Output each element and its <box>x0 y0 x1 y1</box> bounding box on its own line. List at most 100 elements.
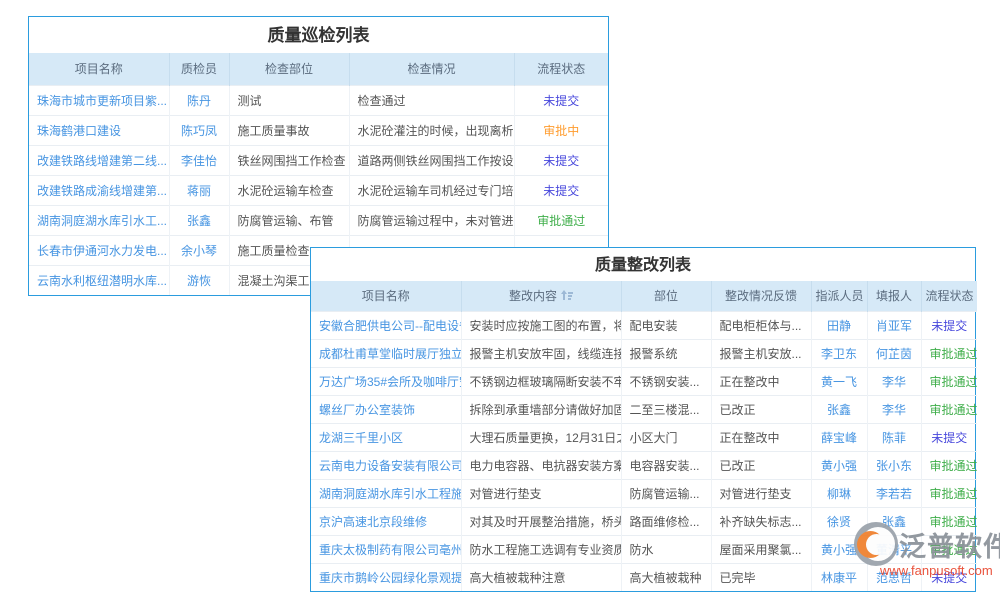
column-header-label: 流程状态 <box>537 62 585 76</box>
inspection-cell-part: 施工质量事故 <box>229 115 349 145</box>
inspection-cell-status: 未提交 <box>514 175 608 205</box>
rectification-cell-assignee[interactable]: 柳琳 <box>811 479 867 507</box>
rectification-cell-content: 安装时应按施工图的布置，将... <box>461 311 621 339</box>
column-header-project: 项目名称 <box>311 281 461 311</box>
rectification-cell-feedback: 已完毕 <box>711 563 811 591</box>
table-row[interactable]: 螺丝厂办公室装饰拆除到承重墙部分请做好加固...二至三楼混...已改正张鑫李华审… <box>311 395 977 423</box>
rectification-cell-project[interactable]: 云南电力设备安装有限公司20... <box>311 451 461 479</box>
column-header-situation: 检查情况 <box>349 53 514 85</box>
inspection-table-title: 质量巡检列表 <box>29 17 608 53</box>
inspection-cell-status: 未提交 <box>514 85 608 115</box>
table-row[interactable]: 改建铁路成渝线增建第...蒋丽水泥砼运输车检查水泥砼运输车司机经过专门培训...… <box>29 175 608 205</box>
rectification-cell-content: 对其及时开展整治措施，桥头... <box>461 507 621 535</box>
table-row[interactable]: 改建铁路线增建第二线...李佳怡铁丝网围挡工作检查道路两侧铁丝网围挡工作按设计.… <box>29 145 608 175</box>
column-header-label: 检查情况 <box>407 62 455 76</box>
rectification-cell-feedback: 屋面采用聚氯... <box>711 535 811 563</box>
rectification-cell-status: 审批通过 <box>921 479 977 507</box>
table-row[interactable]: 云南电力设备安装有限公司20...电力电容器、电抗器安装方案,...电容器安装.… <box>311 451 977 479</box>
rectification-cell-status: 审批通过 <box>921 451 977 479</box>
column-header-label: 指派人员 <box>816 289 864 303</box>
inspection-cell-part: 测试 <box>229 85 349 115</box>
watermark-url: www.fanpusoft.com <box>880 563 1000 578</box>
rectification-cell-part: 电容器安装... <box>621 451 711 479</box>
rectification-cell-feedback: 对管进行垫支 <box>711 479 811 507</box>
rectification-cell-reporter[interactable]: 何芷茵 <box>867 339 921 367</box>
table-row[interactable]: 湖南洞庭湖水库引水工...张鑫防腐管运输、布管防腐管运输过程中，未对管进行...… <box>29 205 608 235</box>
table-row[interactable]: 安徽合肥供电公司--配电设备...安装时应按施工图的布置，将...配电安装配电柜… <box>311 311 977 339</box>
inspection-cell-project[interactable]: 云南水利枢纽潜明水库... <box>29 265 169 295</box>
rectification-cell-assignee[interactable]: 张鑫 <box>811 395 867 423</box>
watermark-brand: 泛普软件 <box>899 525 1000 564</box>
rectification-cell-project[interactable]: 湖南洞庭湖水库引水工程施工I标 <box>311 479 461 507</box>
column-header-label: 流程状态 <box>926 289 974 303</box>
inspection-cell-inspector[interactable]: 陈丹 <box>169 85 229 115</box>
inspection-cell-situation: 检查通过 <box>349 85 514 115</box>
inspection-cell-situation: 水泥砼灌注的时候，出现离析现象 <box>349 115 514 145</box>
rectification-cell-content: 报警主机安放牢固，线缆连接... <box>461 339 621 367</box>
header-row: 项目名称质检员检查部位检查情况流程状态 <box>29 53 608 85</box>
rectification-cell-project[interactable]: 成都杜甫草堂临时展厅独立展... <box>311 339 461 367</box>
column-header-feedback: 整改情况反馈 <box>711 281 811 311</box>
rectification-cell-content: 不锈钢边框玻璃隔断安装不牢... <box>461 367 621 395</box>
column-header-project: 项目名称 <box>29 53 169 85</box>
rectification-cell-assignee[interactable]: 黄小强 <box>811 451 867 479</box>
rectification-cell-reporter[interactable]: 李若若 <box>867 479 921 507</box>
column-header-status: 流程状态 <box>921 281 977 311</box>
rectification-cell-feedback: 报警主机安放... <box>711 339 811 367</box>
rectification-table-title: 质量整改列表 <box>311 248 975 281</box>
rectification-cell-assignee[interactable]: 田静 <box>811 311 867 339</box>
inspection-cell-project[interactable]: 珠海市城市更新项目紫... <box>29 85 169 115</box>
rectification-cell-assignee[interactable]: 黄一飞 <box>811 367 867 395</box>
inspection-cell-inspector[interactable]: 李佳怡 <box>169 145 229 175</box>
rectification-cell-reporter[interactable]: 张小东 <box>867 451 921 479</box>
rectification-cell-reporter[interactable]: 陈菲 <box>867 423 921 451</box>
inspection-cell-project[interactable]: 改建铁路成渝线增建第... <box>29 175 169 205</box>
column-header-label: 整改情况反馈 <box>725 289 797 303</box>
inspection-cell-inspector[interactable]: 陈巧凤 <box>169 115 229 145</box>
inspection-cell-project[interactable]: 改建铁路线增建第二线... <box>29 145 169 175</box>
inspection-cell-inspector[interactable]: 游恢 <box>169 265 229 295</box>
rectification-cell-status: 审批通过 <box>921 339 977 367</box>
inspection-cell-project[interactable]: 珠海鹤港口建设 <box>29 115 169 145</box>
table-row[interactable]: 龙湖三千里小区大理石质量更换，12月31日之...小区大门正在整改中薛宝峰陈菲未… <box>311 423 977 451</box>
rectification-cell-project[interactable]: 万达广场35#会所及咖啡厅空... <box>311 367 461 395</box>
inspection-cell-status: 审批通过 <box>514 205 608 235</box>
inspection-cell-project[interactable]: 湖南洞庭湖水库引水工... <box>29 205 169 235</box>
inspection-cell-part: 水泥砼运输车检查 <box>229 175 349 205</box>
rectification-cell-reporter[interactable]: 肖亚军 <box>867 311 921 339</box>
sort-icon[interactable] <box>561 291 573 301</box>
rectification-cell-part: 高大植被栽种 <box>621 563 711 591</box>
table-row[interactable]: 湖南洞庭湖水库引水工程施工I标对管进行垫支防腐管运输...对管进行垫支柳琳李若若… <box>311 479 977 507</box>
column-header-label: 部位 <box>654 289 678 303</box>
rectification-cell-feedback: 配电柜柜体与... <box>711 311 811 339</box>
rectification-cell-project[interactable]: 螺丝厂办公室装饰 <box>311 395 461 423</box>
table-row[interactable]: 成都杜甫草堂临时展厅独立展...报警主机安放牢固，线缆连接...报警系统报警主机… <box>311 339 977 367</box>
rectification-cell-project[interactable]: 京沪高速北京段维修 <box>311 507 461 535</box>
inspection-cell-inspector[interactable]: 张鑫 <box>169 205 229 235</box>
rectification-cell-reporter[interactable]: 李华 <box>867 395 921 423</box>
rectification-cell-project[interactable]: 重庆太极制药有限公司亳州中... <box>311 535 461 563</box>
column-header-label: 整改内容 <box>509 289 557 303</box>
inspection-cell-status: 审批中 <box>514 115 608 145</box>
column-header-label: 质检员 <box>181 62 217 76</box>
rectification-cell-assignee[interactable]: 李卫东 <box>811 339 867 367</box>
rectification-cell-project[interactable]: 龙湖三千里小区 <box>311 423 461 451</box>
rectification-cell-content: 拆除到承重墙部分请做好加固... <box>461 395 621 423</box>
inspection-cell-inspector[interactable]: 余小琴 <box>169 235 229 265</box>
column-header-label: 项目名称 <box>362 289 410 303</box>
inspection-cell-project[interactable]: 长春市伊通河水力发电... <box>29 235 169 265</box>
table-row[interactable]: 万达广场35#会所及咖啡厅空...不锈钢边框玻璃隔断安装不牢...不锈钢安装..… <box>311 367 977 395</box>
inspection-cell-inspector[interactable]: 蒋丽 <box>169 175 229 205</box>
column-header-label: 填报人 <box>876 289 912 303</box>
rectification-cell-status: 审批通过 <box>921 395 977 423</box>
rectification-cell-project[interactable]: 安徽合肥供电公司--配电设备... <box>311 311 461 339</box>
table-row[interactable]: 珠海市城市更新项目紫...陈丹测试检查通过未提交 <box>29 85 608 115</box>
rectification-cell-project[interactable]: 重庆市鹅岭公园绿化景观提升... <box>311 563 461 591</box>
rectification-cell-content: 对管进行垫支 <box>461 479 621 507</box>
table-row[interactable]: 珠海鹤港口建设陈巧凤施工质量事故水泥砼灌注的时候，出现离析现象审批中 <box>29 115 608 145</box>
fanpu-logo-icon <box>854 522 898 566</box>
column-header-content[interactable]: 整改内容 <box>461 281 621 311</box>
column-header-label: 项目名称 <box>75 62 123 76</box>
rectification-cell-reporter[interactable]: 李华 <box>867 367 921 395</box>
rectification-cell-assignee[interactable]: 薛宝峰 <box>811 423 867 451</box>
